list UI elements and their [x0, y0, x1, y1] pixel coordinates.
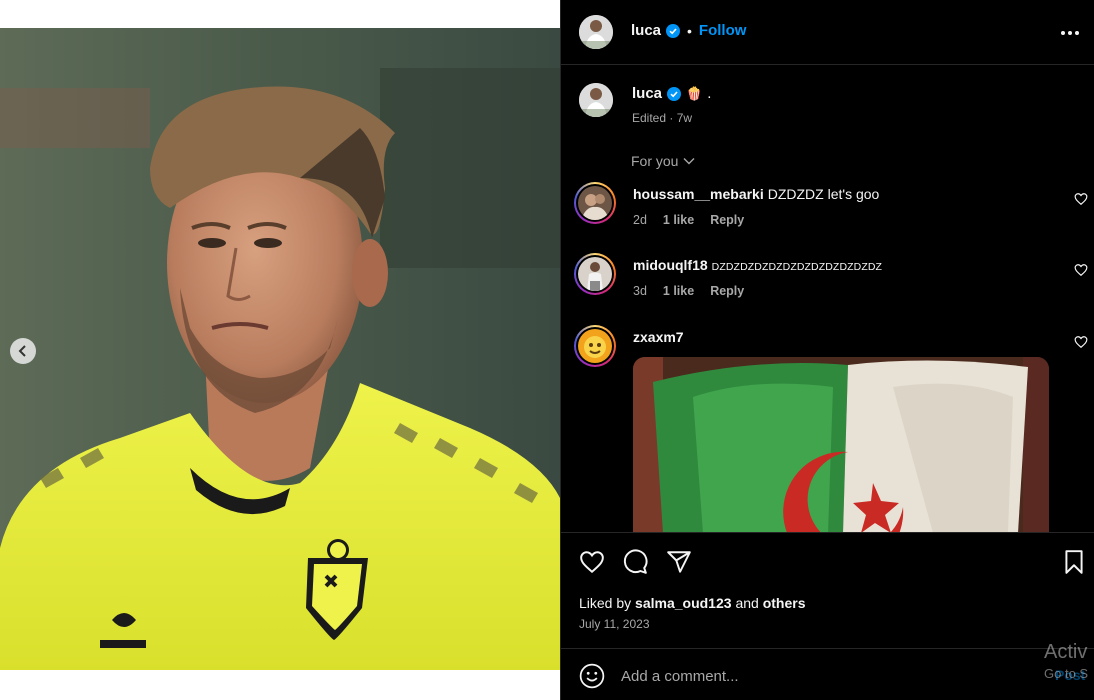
post-info-pane: luca • Follow luca 🍿 . Edited · 7w For y… — [560, 0, 1094, 700]
comment-meta: 2d 1 like Reply — [633, 213, 744, 227]
sort-label: For you — [631, 153, 679, 169]
comment-text: DZDZDZ let's goo — [767, 186, 880, 202]
author-avatar[interactable] — [579, 15, 613, 49]
chevron-left-icon — [18, 345, 26, 357]
caption-meta: Edited · 7w — [632, 111, 693, 125]
commenter-avatar — [578, 186, 612, 220]
post-comment-button[interactable]: Post — [1055, 667, 1085, 683]
commenter-avatar-ring[interactable] — [574, 253, 616, 295]
commenter-avatar-ring[interactable] — [574, 182, 616, 224]
emoji-icon[interactable] — [579, 663, 605, 689]
avatar-image — [579, 15, 613, 49]
commenter-avatar — [578, 257, 612, 291]
comment-age: 3d — [633, 284, 647, 298]
comment-attached-image[interactable] — [633, 357, 1049, 533]
post-actions: Liked by salma_oud123 and others July 11… — [561, 532, 1094, 642]
liked-by-user-link[interactable]: salma_oud123 — [635, 595, 732, 611]
liked-by-and: and — [735, 595, 759, 611]
caption-author-avatar[interactable] — [579, 83, 613, 117]
liked-by-others-link[interactable]: others — [763, 595, 806, 611]
algeria-flag-image — [633, 357, 1049, 533]
add-comment-input[interactable] — [621, 663, 1021, 689]
comment-body: zxaxm7 — [633, 329, 688, 345]
carousel-previous-button[interactable] — [10, 338, 36, 364]
liked-by-text: Liked by salma_oud123 and others — [579, 595, 805, 611]
comment-composer: Post — [561, 648, 1094, 700]
comment-username[interactable]: zxaxm7 — [633, 329, 684, 345]
comment-like-heart-icon[interactable] — [1074, 192, 1088, 206]
commenter-avatar — [578, 329, 612, 363]
comment-username[interactable]: houssam__mebarki — [633, 186, 764, 202]
comment-likes[interactable]: 1 like — [663, 284, 694, 298]
comment-likes[interactable]: 1 like — [663, 213, 694, 227]
comment-body: midouqlf18 DZDZDZDZDZDZDZDZDZDZDZDZ — [633, 257, 882, 273]
caption-text: . — [707, 85, 712, 102]
comment-like-heart-icon[interactable] — [1074, 335, 1088, 349]
liked-by-prefix: Liked by — [579, 595, 632, 611]
comment-username[interactable]: midouqlf18 — [633, 257, 708, 273]
caption-emoji: 🍿 — [686, 85, 703, 101]
share-icon[interactable] — [666, 549, 692, 575]
player-photo-illustration — [0, 28, 560, 670]
verified-icon — [667, 86, 682, 101]
post-header: luca • Follow — [561, 0, 1094, 65]
post-date[interactable]: July 11, 2023 — [579, 617, 650, 631]
post-photo[interactable] — [0, 28, 560, 670]
commenter-avatar-ring[interactable] — [574, 325, 616, 367]
comment-text: DZDZDZDZDZDZDZDZDZDZDZDZ — [711, 261, 883, 273]
comment-sort-toggle[interactable]: For you — [631, 153, 695, 169]
verified-icon — [666, 23, 681, 38]
media-pane — [0, 0, 560, 700]
reply-button[interactable]: Reply — [710, 284, 744, 298]
comment-like-heart-icon[interactable] — [1074, 263, 1088, 277]
comment-meta: 3d 1 like Reply — [633, 284, 744, 298]
more-options-icon[interactable] — [1059, 22, 1081, 44]
comment-icon[interactable] — [622, 549, 648, 575]
comment-body: houssam__mebarki DZDZDZ let's goo — [633, 186, 879, 202]
author-username[interactable]: luca — [631, 22, 661, 39]
caption-author-username[interactable]: luca — [632, 85, 662, 102]
comment-age: 2d — [633, 213, 647, 227]
heart-icon[interactable] — [579, 549, 605, 575]
follow-button[interactable]: Follow — [699, 22, 747, 39]
header-user-row: luca • Follow — [631, 22, 746, 39]
chevron-down-icon — [683, 158, 695, 165]
caption-line: luca 🍿 . — [632, 85, 711, 102]
separator-dot: • — [687, 22, 692, 39]
bookmark-icon[interactable] — [1061, 549, 1087, 575]
reply-button[interactable]: Reply — [710, 213, 744, 227]
avatar-image — [579, 83, 613, 117]
